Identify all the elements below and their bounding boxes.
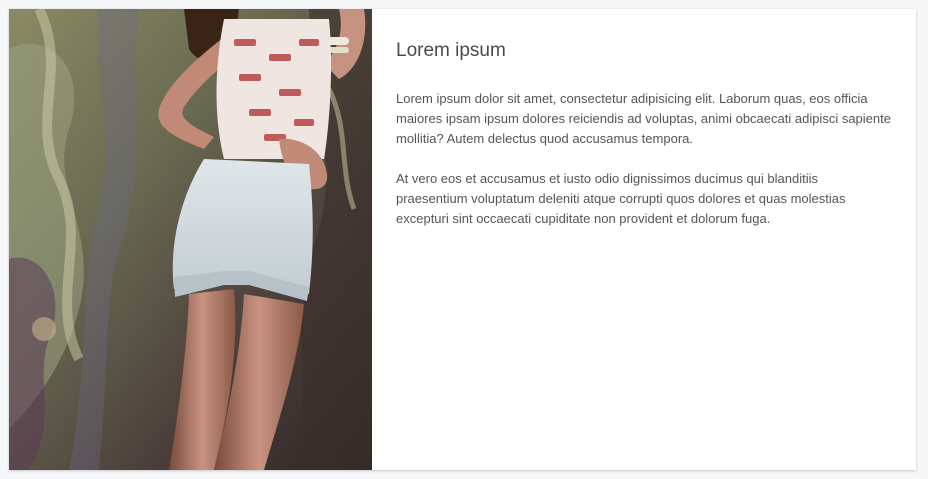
photo-illustration	[9, 9, 372, 470]
card-title: Lorem ipsum	[396, 40, 506, 61]
card-body: Lorem ipsum Lorem ipsum dolor sit amet, …	[372, 9, 916, 470]
card: Lorem ipsum Lorem ipsum dolor sit amet, …	[9, 9, 916, 470]
card-image	[9, 9, 372, 470]
card-paragraph-2: At vero eos et accusamus et iusto odio d…	[396, 171, 846, 226]
card-paragraph-1: Lorem ipsum dolor sit amet, consectetur …	[396, 91, 891, 146]
